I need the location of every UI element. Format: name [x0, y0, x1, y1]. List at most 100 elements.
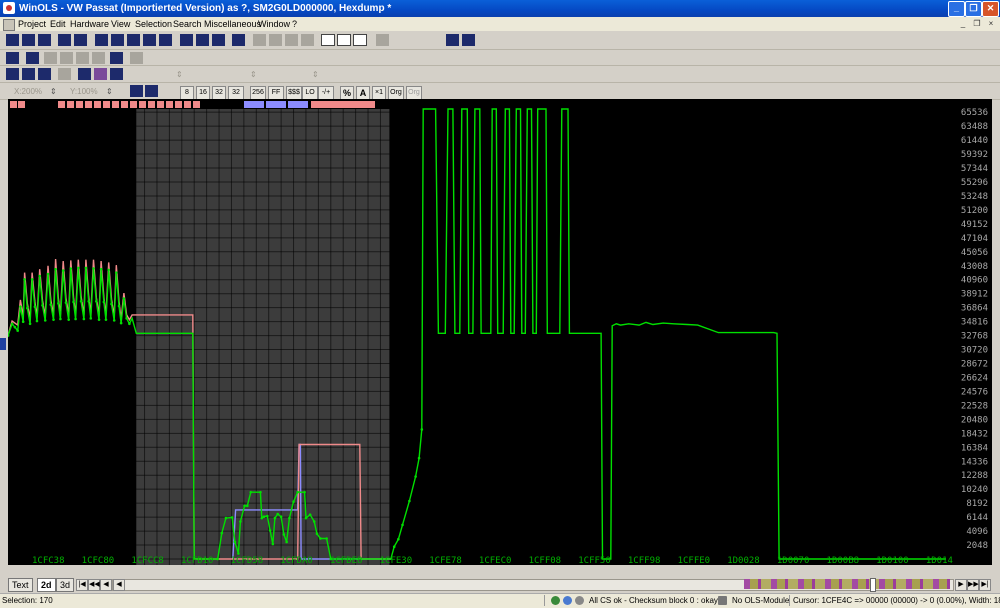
close-button[interactable]: ✕ [982, 1, 999, 17]
spinner-c[interactable]: ⇕ [312, 69, 332, 80]
globe-icon[interactable] [563, 596, 572, 605]
context-help-icon[interactable] [462, 34, 475, 46]
nav-first-button[interactable]: |◀ [76, 579, 88, 591]
record-next-icon[interactable] [285, 34, 298, 46]
factor-button[interactable]: ×1 [372, 86, 386, 100]
eraser-icon[interactable] [6, 52, 19, 64]
list-icon[interactable] [180, 34, 193, 46]
spinner-a[interactable]: ⇕ [176, 69, 196, 80]
mdi-close-button[interactable]: × [985, 19, 997, 29]
rewind-icon[interactable] [95, 34, 108, 46]
menu-help[interactable]: ? [292, 17, 297, 31]
view-hex-icon[interactable] [130, 85, 143, 97]
search-clear-icon[interactable] [130, 52, 143, 64]
function-view-icon[interactable] [353, 34, 367, 46]
nav-next-page-button[interactable]: ▶▶ [967, 579, 979, 591]
chip-icon[interactable] [26, 52, 39, 64]
menu-selection[interactable]: Selection [135, 17, 172, 31]
window-icon[interactable] [58, 34, 71, 46]
windows-icon[interactable] [74, 34, 87, 46]
menu-edit[interactable]: Edit [50, 17, 66, 31]
nav-next-button[interactable]: ▶ [955, 579, 967, 591]
lock-icon[interactable] [22, 34, 35, 46]
x-tick-label: 1CFCC8 [131, 556, 164, 565]
nav-prev-button[interactable]: ◀ [100, 579, 112, 591]
hexdump-chart[interactable]: 2048 4096 6144 8192 10240 12288 14336 16384 1843… [8, 99, 992, 565]
tab-2d[interactable]: 2d [37, 578, 56, 592]
bits-8-button[interactable]: 8 [180, 86, 194, 100]
document-icon[interactable] [3, 19, 15, 31]
settings-icon[interactable] [6, 34, 19, 46]
find-icon[interactable] [196, 34, 209, 46]
menu-hardware[interactable]: Hardware [70, 17, 109, 31]
lo-hi-button[interactable]: LO HI [302, 86, 318, 108]
tab-text[interactable]: Text [8, 578, 33, 592]
view-dec-icon[interactable] [145, 85, 158, 97]
print-icon[interactable] [38, 34, 51, 46]
search-next-icon[interactable] [60, 52, 73, 64]
bits-16-button[interactable]: 16 [196, 86, 210, 100]
module-icon[interactable] [718, 596, 727, 605]
search-map-icon[interactable] [110, 52, 123, 64]
arrow-right-icon[interactable] [301, 34, 314, 46]
zoom-x-field[interactable]: X:200% [14, 86, 50, 97]
nav-prev-page-button[interactable]: ◀◀ [88, 579, 100, 591]
tool-d-icon[interactable] [58, 68, 71, 80]
checksum-ok-icon[interactable] [551, 596, 560, 605]
maximize-button[interactable]: ❐ [965, 1, 982, 17]
original-button[interactable]: Org [388, 86, 404, 100]
play-icon[interactable] [143, 34, 156, 46]
menu-window[interactable]: Window [258, 17, 290, 31]
scroll-left-button[interactable]: ◀ [113, 579, 125, 591]
hex-ff-button[interactable]: FF [268, 86, 284, 100]
data-point [239, 520, 242, 523]
float-32-button[interactable]: 32 FL [228, 86, 244, 108]
value-view-icon[interactable] [337, 34, 351, 46]
grid-icon[interactable] [78, 68, 91, 80]
percent-button[interactable]: % [340, 86, 354, 100]
dec-button[interactable]: $$$ [286, 86, 302, 100]
zoom-y-spin[interactable]: ⇕ [106, 86, 114, 97]
search-all-icon[interactable] [92, 52, 105, 64]
chart-area[interactable]: 2048 4096 6144 8192 10240 12288 14336 16384 1843… [8, 99, 992, 565]
bits-32-button[interactable]: 32 [212, 86, 226, 100]
sign-button[interactable]: -/+ [318, 86, 334, 100]
status-cursor: Cursor: 1CFE4C => 00000 (00000) -> 0 (0.… [793, 596, 1000, 605]
arrow-left-icon[interactable] [253, 34, 266, 46]
spinner-b[interactable]: ⇕ [250, 69, 270, 80]
tool-b-icon[interactable] [22, 68, 35, 80]
menu-project[interactable]: Project [18, 17, 46, 31]
scroll-thumb[interactable] [870, 578, 876, 592]
y-tick-label: 38912 [961, 290, 988, 300]
zoom-y-field[interactable]: Y:100% [70, 86, 106, 97]
cols-icon[interactable] [110, 68, 123, 80]
delta-button[interactable]: A [356, 86, 370, 100]
search-prev-icon[interactable] [76, 52, 89, 64]
tools-icon[interactable] [232, 34, 245, 46]
mdi-restore-button[interactable]: ❐ [971, 19, 983, 29]
fast-forward-icon[interactable] [159, 34, 172, 46]
gear-icon[interactable] [575, 596, 584, 605]
back-icon[interactable] [111, 34, 124, 46]
zoom-x-spin[interactable]: ⇕ [50, 86, 58, 97]
minimize-button[interactable]: _ [948, 1, 965, 17]
nav-last-button[interactable]: ▶| [979, 579, 991, 591]
menu-search[interactable]: Search [173, 17, 202, 31]
text-view-icon[interactable] [321, 34, 335, 46]
menu-miscellaneous[interactable]: Miscellaneous [204, 17, 261, 31]
menu-view[interactable]: View [111, 17, 130, 31]
original-compare-button[interactable]: Org [406, 86, 422, 100]
record-icon[interactable] [269, 34, 282, 46]
tool-a-icon[interactable] [6, 68, 19, 80]
app-icon[interactable] [3, 2, 15, 14]
table-icon[interactable] [127, 34, 140, 46]
map-icon[interactable] [212, 34, 225, 46]
tab-3d[interactable]: 3d [56, 578, 75, 592]
mdi-minimize-button[interactable]: _ [957, 19, 969, 29]
search-icon[interactable] [44, 52, 57, 64]
color-icon[interactable] [94, 68, 107, 80]
help-icon[interactable] [376, 34, 389, 46]
base-256-button[interactable]: 256 [250, 86, 266, 100]
tool-c-icon[interactable] [38, 68, 51, 80]
info-icon[interactable] [446, 34, 459, 46]
